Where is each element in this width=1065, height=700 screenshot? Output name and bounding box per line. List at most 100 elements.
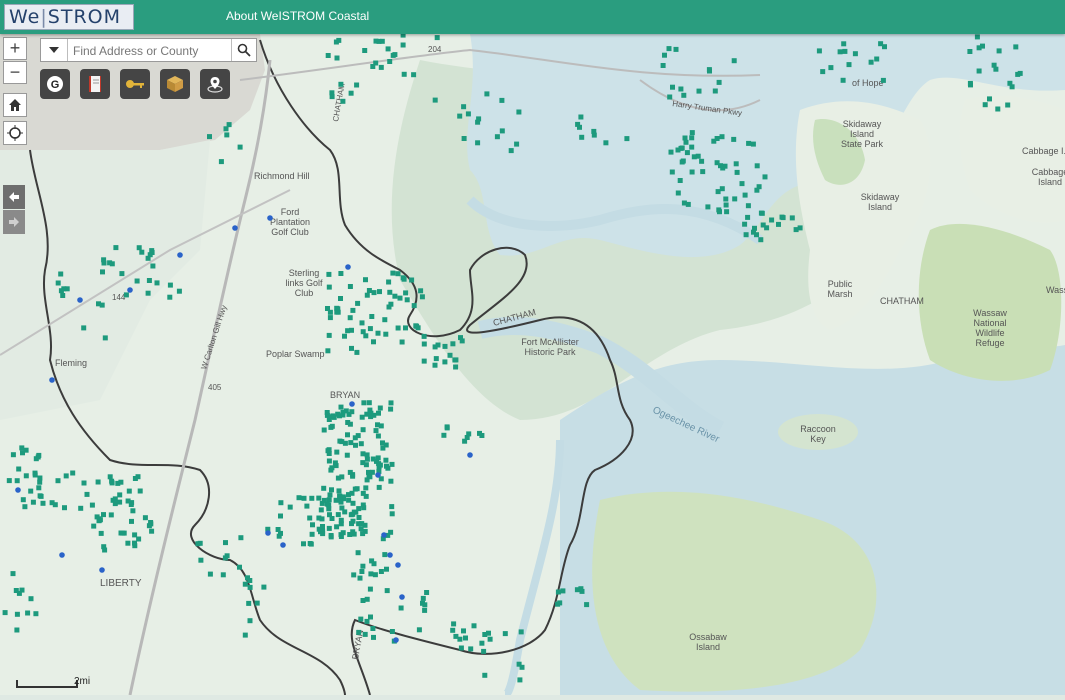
stormwater-point[interactable] [364,618,370,624]
stormwater-point-blue[interactable] [387,552,393,558]
stormwater-point[interactable] [275,527,281,532]
back-extent-button[interactable] [3,185,25,209]
stormwater-point[interactable] [130,508,136,514]
stormwater-point[interactable] [167,294,173,300]
stormwater-point[interactable] [670,84,675,90]
stormwater-point[interactable] [129,518,134,524]
stormwater-point[interactable] [332,460,338,466]
stormwater-point[interactable] [453,357,459,363]
stormwater-point[interactable] [450,341,456,347]
stormwater-point[interactable] [335,512,341,518]
stormwater-point[interactable] [309,531,315,537]
stormwater-point[interactable] [326,525,332,531]
stormwater-point[interactable] [372,572,378,578]
stormwater-point[interactable] [347,421,353,427]
stormwater-point[interactable] [91,523,97,529]
stormwater-point[interactable] [321,485,327,491]
stormwater-point[interactable] [237,144,243,150]
stormwater-point[interactable] [413,323,419,329]
stormwater-point-blue[interactable] [467,452,473,458]
stormwater-point[interactable] [591,128,597,134]
stormwater-point[interactable] [329,423,335,429]
stormwater-point[interactable] [368,614,373,620]
stormwater-point[interactable] [660,63,666,68]
stormwater-point[interactable] [754,163,760,169]
stormwater-point[interactable] [714,136,720,141]
stormwater-point[interactable] [142,515,148,521]
stormwater-point[interactable] [368,410,374,416]
stormwater-point[interactable] [364,292,370,298]
stormwater-point[interactable] [390,270,396,276]
stormwater-point[interactable] [386,279,392,285]
stormwater-point[interactable] [329,465,335,471]
stormwater-point[interactable] [139,249,145,255]
stormwater-point[interactable] [719,186,725,192]
stormwater-point[interactable] [254,600,260,606]
stormwater-point[interactable] [14,611,20,617]
stormwater-point[interactable] [347,315,353,321]
stormwater-point[interactable] [81,325,87,331]
stormwater-point[interactable] [89,502,95,508]
stormwater-point[interactable] [340,98,346,104]
stormwater-point[interactable] [359,569,365,574]
stormwater-point[interactable] [101,512,106,518]
stormwater-point[interactable] [668,149,674,155]
stormwater-point[interactable] [327,309,333,315]
stormwater-point[interactable] [125,498,131,504]
stormwater-point[interactable] [518,629,524,635]
stormwater-point[interactable] [334,309,340,315]
stormwater-point[interactable] [759,210,765,216]
stormwater-point[interactable] [392,52,398,58]
stormwater-point[interactable] [441,432,447,438]
stormwater-point[interactable] [383,331,389,337]
google-tool-button[interactable]: G [40,69,70,99]
stormwater-point[interactable] [147,252,153,258]
stormwater-point[interactable] [20,497,26,503]
stormwater-point-blue[interactable] [59,552,65,558]
stormwater-point[interactable] [828,65,834,71]
stormwater-point[interactable] [359,320,365,326]
stormwater-point[interactable] [475,140,481,146]
stormwater-point[interactable] [349,327,354,333]
stormwater-point-blue[interactable] [345,264,351,270]
stormwater-point[interactable] [334,524,340,530]
stormwater-point[interactable] [733,161,739,167]
stormwater-point[interactable] [384,566,389,572]
stormwater-point[interactable] [346,497,352,503]
stormwater-point[interactable] [247,618,253,624]
stormwater-point[interactable] [348,440,354,446]
stormwater-point[interactable] [107,474,113,480]
stormwater-point[interactable] [358,616,364,622]
stormwater-point[interactable] [342,440,348,446]
stormwater-point[interactable] [667,94,673,100]
stormwater-point[interactable] [384,463,389,469]
stormwater-point[interactable] [764,225,770,231]
stormwater-point[interactable] [395,325,401,331]
zoom-out-button[interactable]: − [3,61,27,84]
stormwater-point[interactable] [325,348,331,354]
stormwater-point[interactable] [197,540,203,546]
stormwater-point[interactable] [366,469,371,475]
stormwater-point[interactable] [388,406,394,412]
stormwater-point[interactable] [461,104,467,110]
stormwater-point[interactable] [603,140,609,146]
zoom-in-button[interactable]: + [3,37,27,60]
stormwater-point[interactable] [451,621,457,627]
stormwater-point[interactable] [555,589,561,595]
stormwater-point[interactable] [442,343,448,349]
stormwater-point[interactable] [371,634,376,640]
stormwater-point[interactable] [397,295,403,301]
stormwater-point[interactable] [878,41,884,47]
stormwater-point[interactable] [388,529,394,535]
stormwater-point[interactable] [716,79,722,85]
stormwater-point[interactable] [10,571,16,577]
stormwater-point[interactable] [112,501,118,507]
stormwater-point[interactable] [705,204,711,210]
stormwater-point[interactable] [339,474,345,480]
stormwater-point[interactable] [376,410,381,416]
stormwater-point[interactable] [14,627,20,633]
stormwater-point[interactable] [102,547,108,553]
stormwater-point[interactable] [967,80,973,86]
stormwater-point[interactable] [399,339,405,345]
stormwater-point[interactable] [218,159,224,165]
